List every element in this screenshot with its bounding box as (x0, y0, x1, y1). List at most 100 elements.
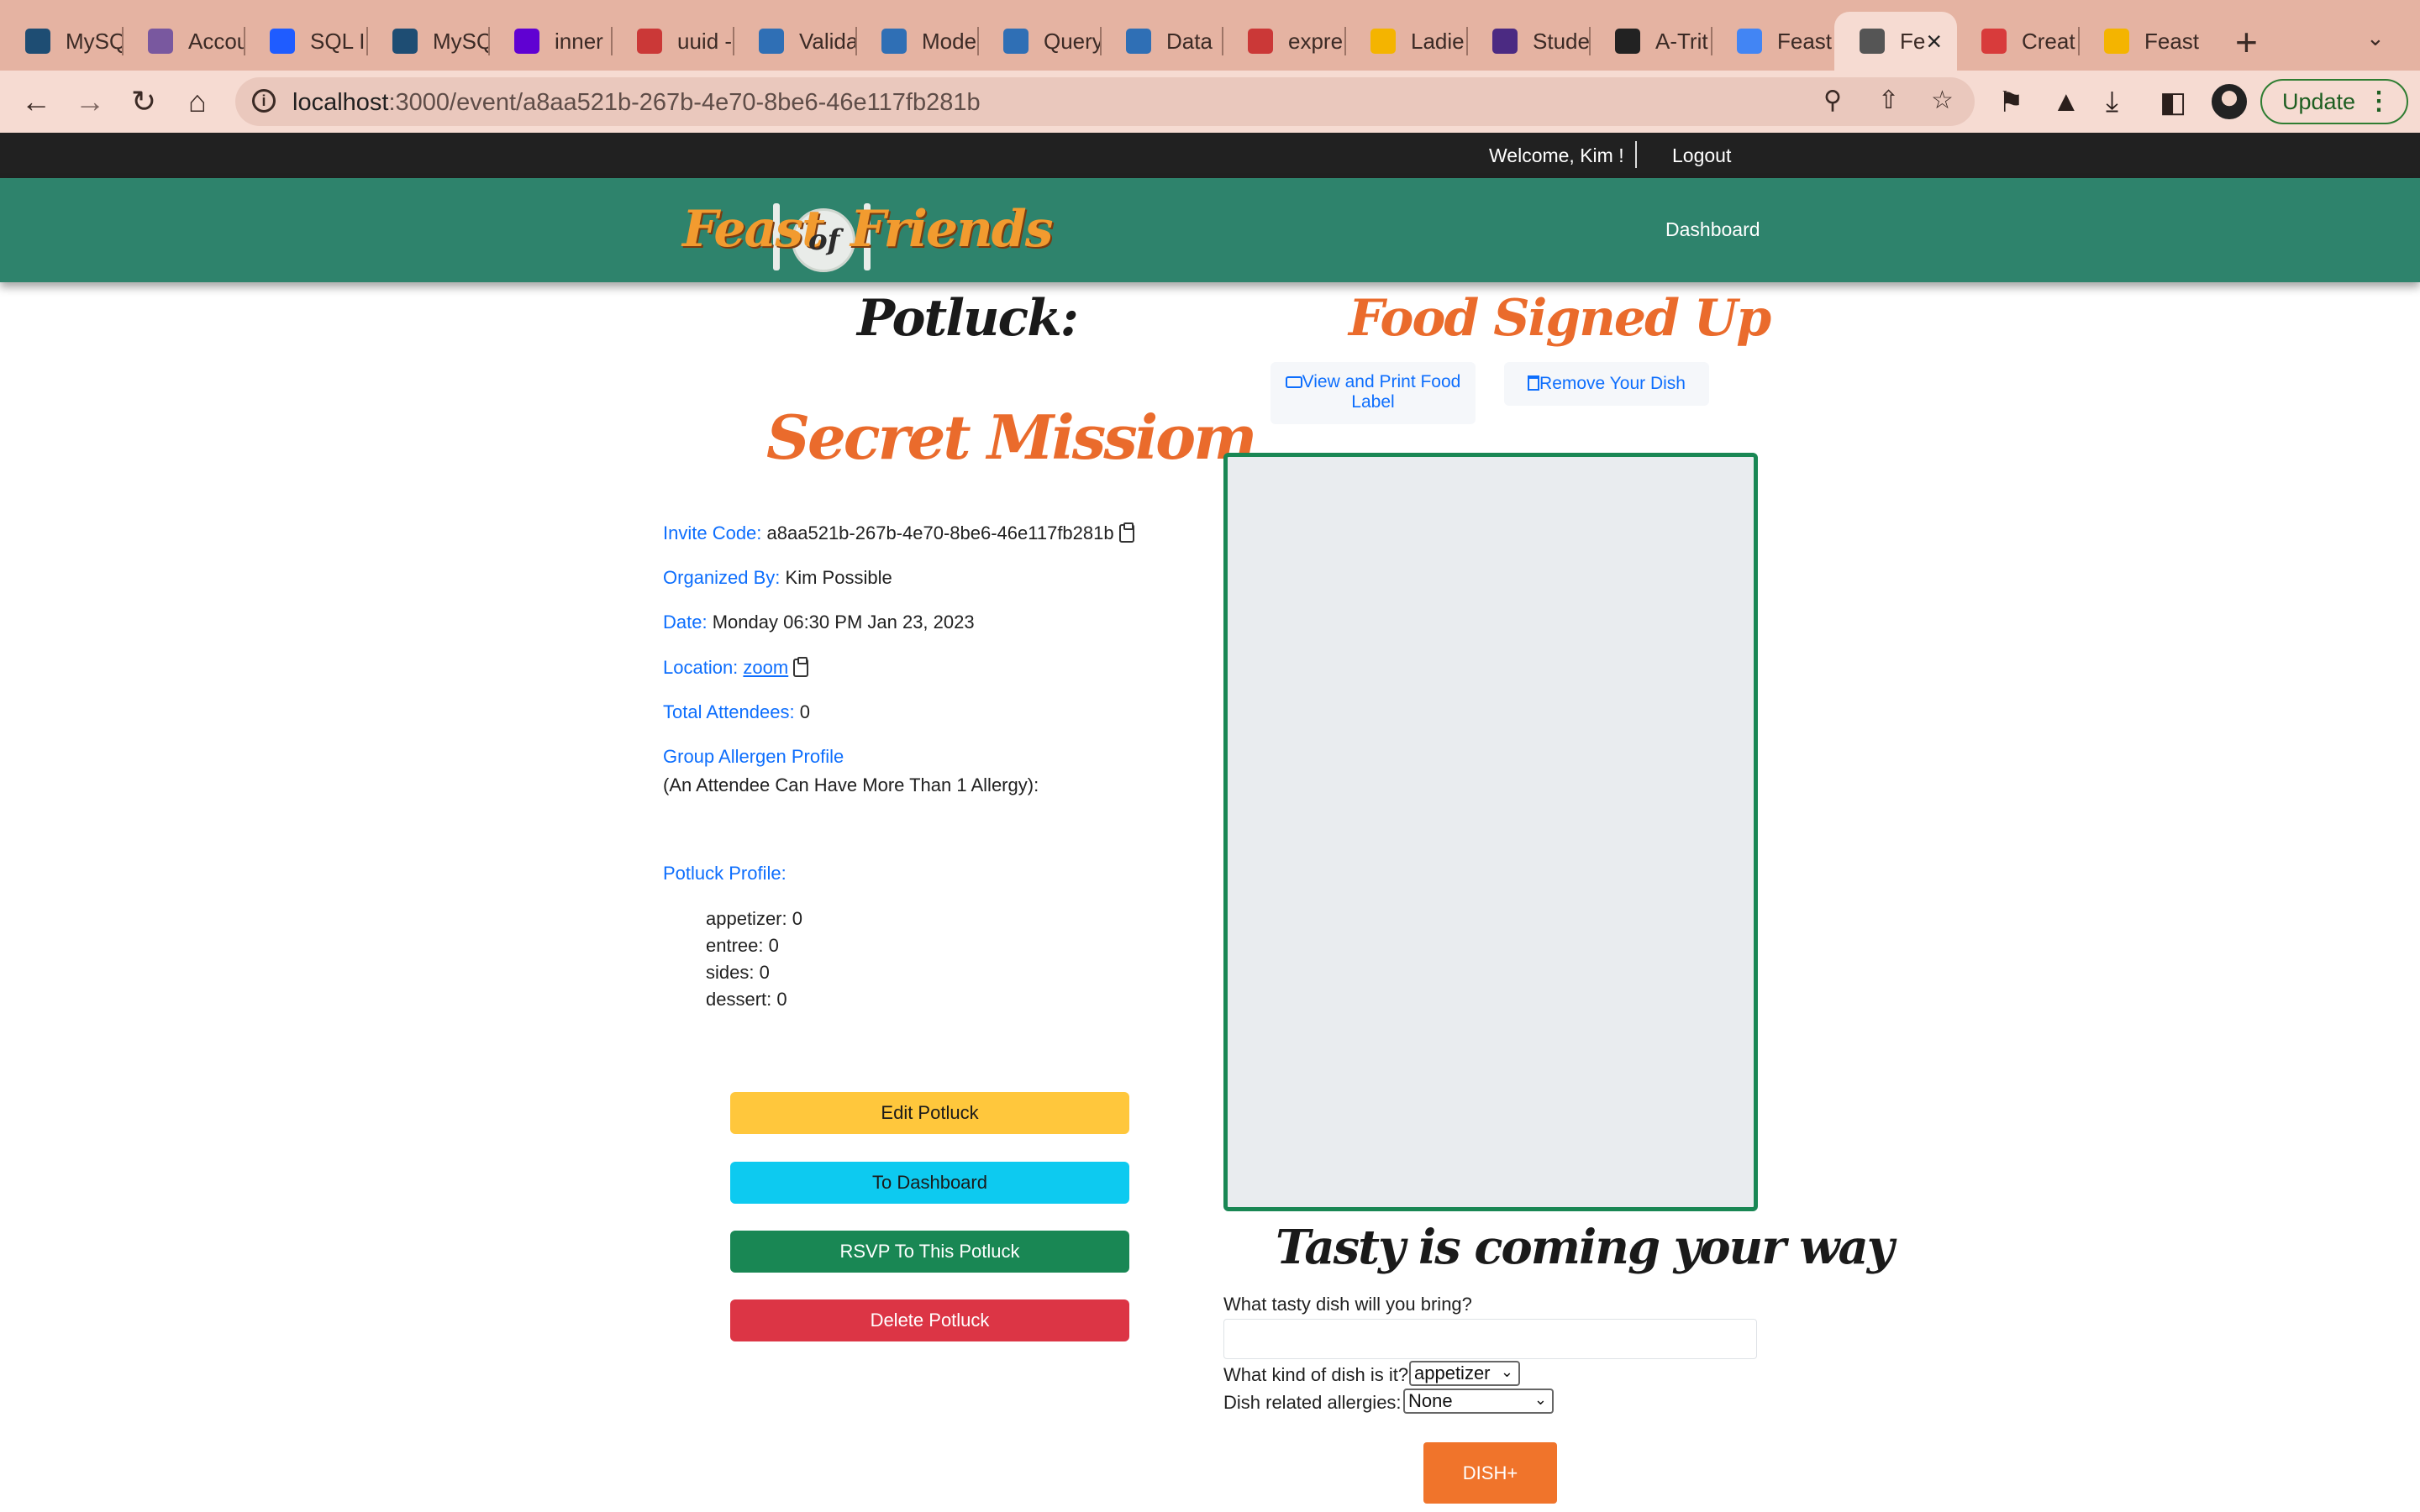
logout-link[interactable]: Logout (1672, 144, 1731, 167)
npm-icon (637, 29, 662, 54)
browser-tab[interactable]: Valida (734, 12, 856, 71)
globe-icon (1860, 29, 1885, 54)
feast-of-friends-logo[interactable]: Feast of Friends (682, 192, 1053, 272)
update-label: Update (2282, 89, 2356, 114)
allergen-note: (An Attendee Can Have More Than 1 Allerg… (663, 774, 1039, 795)
browser-tab[interactable]: Stude (1467, 12, 1590, 71)
heroku-icon (148, 29, 173, 54)
allergen-row: Group Allergen Profile (An Attendee Can … (663, 746, 1039, 796)
browser-tab[interactable]: inner (489, 12, 612, 71)
address-bar[interactable]: i localhost:3000/event/a8aa521b-267b-4e7… (235, 77, 1975, 126)
browser-tab[interactable]: Data (1101, 12, 1223, 71)
zoom-icon[interactable]: ⚲ (1823, 86, 1842, 115)
dish-name-input[interactable] (1223, 1319, 1757, 1359)
extensions-puzzle-icon[interactable]: ⚑ (1998, 86, 2023, 119)
site-navbar: Feast of Friends Dashboard (0, 178, 2420, 282)
add-dish-button[interactable]: DISH+ (1423, 1442, 1557, 1504)
mysql-icon (25, 29, 50, 54)
browser-tab-label: MySQ (433, 28, 490, 54)
browser-tab[interactable]: Creat (1956, 12, 2079, 71)
potluck-heading: Potluck: (857, 289, 1079, 348)
organizer-row: Organized By: Kim Possible (663, 567, 892, 589)
tab-separator (855, 27, 857, 55)
dashboard-nav-link[interactable]: Dashboard (1665, 218, 1760, 241)
share-icon[interactable]: ⇧ (1878, 86, 1899, 115)
tab-separator (244, 27, 245, 55)
rsvp-button[interactable]: RSVP To This Potluck (730, 1231, 1129, 1273)
url-text[interactable]: localhost:3000/event/a8aa521b-267b-4e70-… (292, 89, 981, 117)
list-item: entree: 0 (706, 935, 779, 956)
url-path: :3000/event/a8aa521b-267b-4e70-8be6-46e1… (388, 89, 981, 116)
slides-icon (2104, 29, 2129, 54)
tab-separator (1466, 27, 1468, 55)
browser-tab[interactable]: SQL I (245, 12, 367, 71)
home-icon[interactable]: ⌂ (176, 81, 218, 123)
remove-dish-button[interactable]: Remove Your Dish (1504, 362, 1709, 406)
tab-separator (1344, 27, 1346, 55)
copy-clipboard-icon[interactable] (793, 657, 809, 677)
browser-tab[interactable]: Feast (1712, 12, 1834, 71)
sequelize-icon (881, 29, 907, 54)
date-label: Date: (663, 612, 708, 633)
to-dashboard-button[interactable]: To Dashboard (730, 1162, 1129, 1204)
delete-potluck-button[interactable]: Delete Potluck (730, 1299, 1129, 1341)
browser-tab[interactable]: MySQ (0, 12, 123, 71)
allergy-question-label: Dish related allergies: (1223, 1392, 1402, 1413)
browser-tab[interactable]: Fe × (1834, 12, 1957, 71)
tab-separator (1222, 27, 1223, 55)
browser-tab[interactable]: Feast (2079, 12, 2202, 71)
profile-avatar[interactable] (2212, 84, 2247, 119)
printer-icon (1285, 376, 1302, 388)
new-tab-button[interactable]: + (2235, 18, 2258, 66)
view-print-food-label-button[interactable]: View and Print Food Label (1270, 362, 1476, 424)
back-arrow-icon[interactable]: ← (15, 81, 57, 123)
side-panel-icon[interactable]: ◧ (2160, 86, 2186, 119)
update-button[interactable]: Update ⋮ (2260, 79, 2408, 124)
tab-search-chevron-icon[interactable]: ⌄ (2366, 25, 2385, 51)
forward-arrow-icon[interactable]: → (69, 81, 111, 123)
logo-word-friends: Friends (850, 200, 1053, 259)
chevron-down-icon: ⌄ (1500, 1363, 1513, 1380)
site-info-icon[interactable]: i (252, 89, 276, 113)
browser-tab[interactable]: uuid - (612, 12, 734, 71)
browser-tab-label: expre (1288, 28, 1344, 54)
location-link[interactable]: zoom (743, 657, 788, 678)
attendees-row: Total Attendees: 0 (663, 701, 810, 723)
tab-separator (122, 27, 124, 55)
tab-separator (611, 27, 613, 55)
heroku-wave-icon (1981, 29, 2007, 54)
sequelize-icon (759, 29, 784, 54)
dot-icon (270, 29, 295, 54)
date-row: Date: Monday 06:30 PM Jan 23, 2023 (663, 612, 975, 633)
date-value: Monday 06:30 PM Jan 23, 2023 (712, 612, 975, 633)
browser-tab-label: A-Trit (1655, 28, 1708, 54)
browser-tab[interactable]: Mode (856, 12, 979, 71)
browser-tab-label: Query (1044, 28, 1101, 54)
bookmark-star-icon[interactable]: ☆ (1931, 86, 1954, 115)
slides-icon (1370, 29, 1396, 54)
browser-tab[interactable]: expre (1223, 12, 1345, 71)
download-icon[interactable]: ⤓ (2106, 86, 2118, 118)
reload-icon[interactable]: ↻ (123, 81, 165, 123)
edit-potluck-button[interactable]: Edit Potluck (730, 1092, 1129, 1134)
browser-tab[interactable]: MySQ (367, 12, 490, 71)
food-signed-up-heading: Food Signed Up (1349, 289, 1771, 348)
menu-dots-icon[interactable]: ⋮ (2366, 81, 2391, 123)
copy-clipboard-icon[interactable] (1118, 522, 1134, 543)
browser-tab[interactable]: Query (978, 12, 1101, 71)
dish-allergy-select[interactable]: None ⌄ (1403, 1389, 1554, 1414)
labs-flask-icon[interactable]: ▲ (2052, 86, 2081, 118)
dish-kind-value: appetizer (1414, 1362, 1491, 1383)
chevron-down-icon: ⌄ (1534, 1391, 1547, 1408)
browser-tab-label: Accou (188, 28, 245, 54)
logo-word-of: of (808, 223, 840, 257)
invite-code-value: a8aa521b-267b-4e70-8be6-46e117fb281b (766, 522, 1114, 543)
food-list-panel (1223, 453, 1758, 1211)
invite-code-label: Invite Code: (663, 522, 762, 543)
dish-kind-select[interactable]: appetizer ⌄ (1409, 1361, 1520, 1386)
print-label: View and Print Food Label (1302, 372, 1461, 412)
close-tab-icon[interactable]: × (1926, 26, 1942, 57)
browser-tab[interactable]: Accou (123, 12, 245, 71)
browser-tab[interactable]: Ladie (1345, 12, 1468, 71)
browser-tab[interactable]: A-Trit (1590, 12, 1712, 71)
